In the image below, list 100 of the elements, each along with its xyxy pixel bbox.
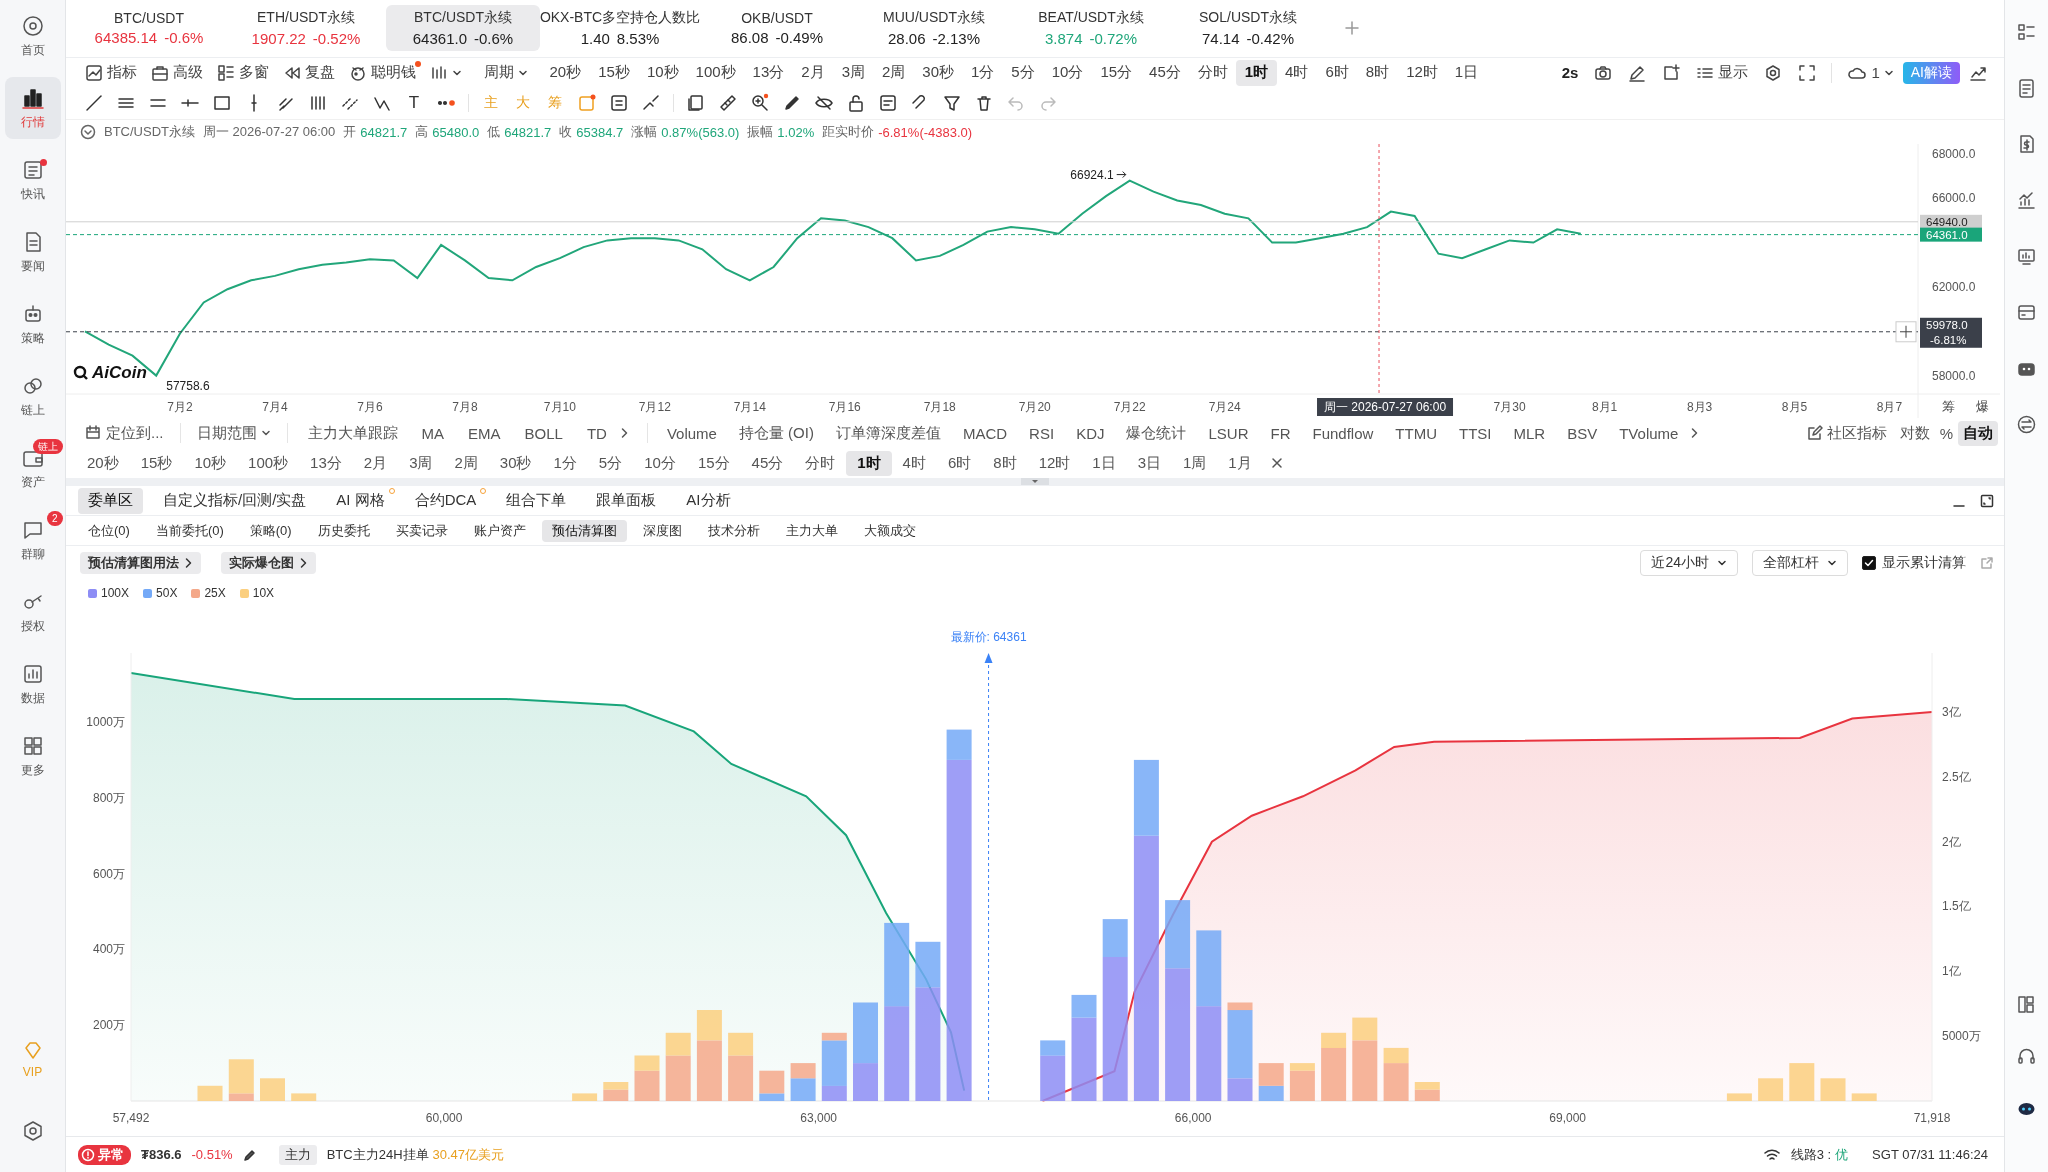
period-tab[interactable]: 5分 [1002, 59, 1044, 86]
period-tab[interactable]: 6时 [936, 450, 983, 476]
sidebar-item[interactable]: 数据 [4, 653, 61, 715]
period-tab[interactable]: 100秒 [687, 59, 745, 86]
display-button[interactable]: 显示 [1689, 59, 1756, 86]
period-tab[interactable]: 20秒 [76, 450, 130, 476]
locate-button[interactable]: 定位到... [76, 420, 172, 446]
indicator-toggle[interactable]: TD [574, 420, 619, 446]
subtab[interactable]: 大额成交 [853, 519, 926, 542]
sidebar-item[interactable]: 行情 [4, 77, 61, 139]
toolbar-button[interactable]: 聪明钱 [342, 59, 423, 86]
sidebar-item[interactable]: 快讯 [4, 149, 61, 211]
sidebar-item[interactable]: 2 群聊 [4, 509, 61, 571]
subtab[interactable]: 买卖记录 [385, 519, 458, 542]
sidebar-item[interactable]: 策略 [4, 293, 61, 355]
period-tab[interactable]: 4时 [891, 450, 937, 476]
period-tab[interactable]: 10秒 [183, 450, 238, 476]
period-tab[interactable]: 10分 [1043, 59, 1092, 86]
indicator-toggle[interactable]: BSV [1556, 420, 1609, 446]
alert-badge[interactable]: 异常 [78, 1144, 131, 1165]
indicator-toggle[interactable]: 持仓量 (OI) [727, 420, 825, 446]
period-tab[interactable]: 1分 [962, 59, 1003, 86]
indicator-toggle[interactable]: TTSI [1448, 420, 1503, 446]
period-tab[interactable]: 2月 [352, 450, 399, 476]
indicator-toggle[interactable]: FR [1259, 420, 1302, 446]
panel-tab[interactable]: 自定义指标/回测/实盘 [153, 487, 317, 514]
period-tab[interactable]: 2周 [443, 450, 489, 476]
ticker-tab[interactable]: BEAT/USDT永续 3.874 -0.72% [1014, 5, 1168, 52]
ticker-tab[interactable]: MUU/USDT永续 28.06 -2.13% [857, 5, 1011, 52]
period-tab[interactable]: 2月 [792, 59, 834, 86]
period-tab[interactable]: 10秒 [638, 59, 688, 86]
ticker-tab[interactable]: OKB/USDT 86.08 -0.49% [700, 5, 854, 52]
period-tab[interactable]: 15秒 [589, 59, 639, 86]
sidebar-item[interactable]: 链上 资产 [4, 437, 61, 499]
sidebar-item[interactable]: 授权 [4, 581, 61, 643]
period-tab[interactable]: 3周 [833, 59, 874, 86]
time-range-dropdown[interactable]: 近24小时 [1640, 550, 1738, 577]
indicator-toggle[interactable]: KDJ [1065, 420, 1116, 446]
sidebar-item[interactable]: 要闻 [4, 221, 61, 283]
period-tab[interactable]: 45分 [1140, 59, 1190, 86]
sidebar-item[interactable]: 首页 [4, 5, 61, 67]
indicator-toggle[interactable]: TTMU [1384, 420, 1448, 446]
period-tab[interactable]: 13分 [299, 450, 353, 476]
text-tool-button[interactable]: T [398, 89, 430, 118]
scale-toggle[interactable]: 自动 [1958, 420, 1998, 446]
period-tab[interactable]: 1时 [1236, 59, 1277, 86]
period-tab[interactable]: 分时 [1189, 59, 1237, 86]
ticker-tab[interactable]: SOL/USDT永续 74.14 -0.42% [1171, 5, 1325, 52]
indicator-toggle[interactable]: LSUR [1197, 420, 1260, 446]
indicator-toggle[interactable]: BOLL [512, 420, 575, 446]
community-indicators-button[interactable]: 社区指标 [1798, 420, 1895, 446]
subtab[interactable]: 深度图 [632, 519, 692, 542]
indicator-toggle[interactable]: EMA [456, 420, 513, 446]
subtab[interactable]: 历史委托 [307, 519, 380, 542]
panel-tab[interactable]: 组合下单 [496, 487, 577, 514]
period-tab[interactable]: 1周 [1172, 450, 1218, 476]
axis-toggle[interactable]: 筹 [1942, 399, 1955, 415]
period-tab[interactable]: 1时 [846, 450, 892, 476]
indicator-toggle[interactable]: 爆仓统计 [1115, 420, 1198, 446]
indicator-toggle[interactable]: RSI [1018, 420, 1066, 446]
period-tab[interactable]: 4时 [1276, 59, 1317, 86]
period-tab[interactable]: 15秒 [129, 450, 184, 476]
period-tab[interactable]: 30秒 [913, 59, 963, 86]
period-tab[interactable]: 分时 [794, 450, 847, 476]
scale-toggle[interactable]: % [1934, 420, 1958, 446]
period-tab[interactable]: 13分 [744, 59, 793, 86]
indicator-toggle[interactable]: Fundflow [1301, 420, 1385, 446]
indicator-toggle[interactable]: 订单簿深度差值 [824, 420, 952, 446]
ticker-tab[interactable]: ETH/USDT永续 1907.22 -0.52% [229, 5, 383, 52]
cloud-dropdown[interactable]: 1 [1840, 59, 1901, 86]
period-tab[interactable]: 12时 [1027, 450, 1082, 476]
period-tab[interactable]: 6时 [1316, 59, 1358, 86]
period-tab[interactable]: 12时 [1397, 59, 1447, 86]
subtab[interactable]: 预估清算图 [541, 519, 627, 542]
period-tab[interactable]: 8时 [982, 450, 1028, 476]
refresh-button[interactable]: 2s [1554, 59, 1586, 86]
panel-tab[interactable]: 委单区 [78, 487, 143, 514]
panel-tab[interactable]: 跟单面板 [586, 487, 667, 514]
leverage-dropdown[interactable]: 全部杠杆 [1752, 550, 1848, 577]
period-tab[interactable]: 3日 [1126, 450, 1172, 476]
toolbar-button[interactable]: 高级 [144, 59, 210, 86]
subtab[interactable]: 策略(0) [239, 519, 302, 542]
indicator-toggle[interactable]: 主力大单跟踪 [295, 420, 410, 446]
guide-button[interactable]: 实际爆仓图 [221, 552, 316, 575]
period-tab[interactable]: 15分 [686, 450, 741, 476]
toolbar-button[interactable]: 多窗 [210, 59, 276, 86]
panel-tab[interactable]: 合约DCA [404, 487, 487, 514]
period-tab[interactable]: 1分 [542, 450, 588, 476]
subtab[interactable]: 主力大单 [775, 519, 848, 542]
subtab[interactable]: 技术分析 [697, 519, 770, 542]
guide-button[interactable]: 预估清算图用法 [80, 552, 201, 575]
ticker-tab[interactable]: BTC/USDT永续 64361.0 -0.6% [386, 5, 540, 52]
sidebar-item[interactable]: 更多 [4, 725, 61, 787]
date-range-dropdown[interactable]: 日期范围 [188, 420, 279, 446]
indicator-toggle[interactable]: Volume [655, 420, 728, 446]
period-dropdown[interactable]: 周期 [477, 59, 535, 86]
period-tab[interactable]: 30秒 [488, 450, 543, 476]
indicator-toggle[interactable]: TVolume [1608, 420, 1690, 446]
indicator-toggle[interactable]: MA [409, 420, 456, 446]
indicator-toggle[interactable]: MACD [951, 420, 1019, 446]
